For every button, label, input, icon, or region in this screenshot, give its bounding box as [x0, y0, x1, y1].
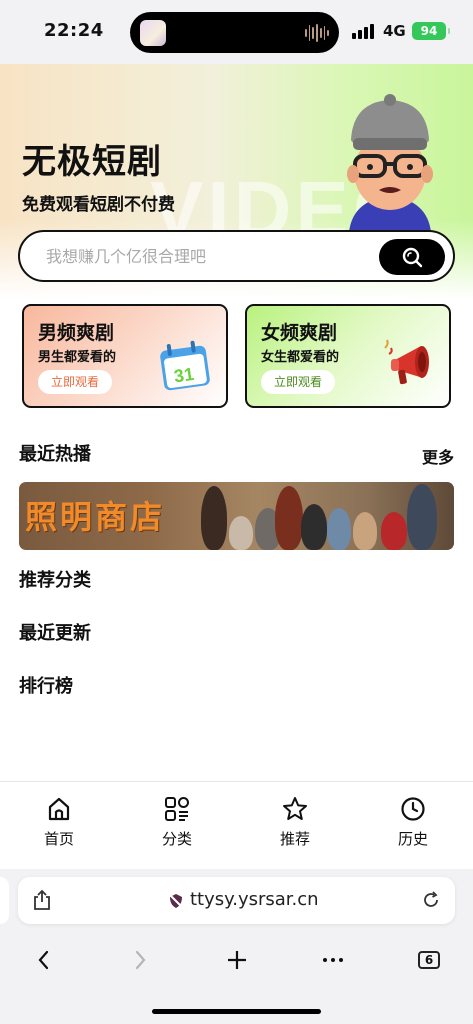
home-icon [48, 797, 70, 821]
dynamic-island[interactable] [130, 12, 339, 53]
featured-drama-banner[interactable]: 照明商店 [19, 482, 454, 550]
watch-now-button[interactable]: 立即观看 [261, 370, 335, 394]
category-title: 男频爽剧 [38, 322, 115, 344]
bottom-tab-bar: 首页 分类 推荐 历史 [0, 781, 473, 869]
cast-figure [353, 512, 377, 550]
megaphone-icon [384, 339, 429, 385]
section-recommend-category[interactable]: 推荐分类 [19, 566, 91, 592]
more-options-icon[interactable] [322, 948, 344, 972]
category-subtitle: 女生都爱看的 [261, 350, 340, 365]
tab-category[interactable]: 分类 [137, 796, 217, 849]
app-content: VIDEO 无极短剧 免费观看短剧不付费 男频爽剧 男生都爱看的 立即观 [0, 64, 473, 781]
cast-figure [275, 486, 303, 550]
status-time: 22:24 [44, 20, 104, 41]
search-button[interactable] [379, 239, 445, 275]
home-indicator[interactable] [152, 1009, 321, 1014]
tabs-count-button[interactable]: 6 [418, 951, 440, 969]
status-bar: 22:24 4G 94 [0, 0, 473, 64]
search-input[interactable] [46, 243, 366, 269]
address-bar[interactable]: ttysy.ysrsar.cn [18, 877, 455, 924]
search-icon [402, 247, 423, 268]
tab-label: 推荐 [279, 830, 310, 848]
battery-icon: 94 [412, 22, 450, 40]
browser-toolbar [0, 940, 473, 984]
new-tab-icon[interactable] [226, 948, 248, 972]
cast-figure [301, 504, 327, 550]
previous-tab-edge[interactable] [0, 877, 9, 924]
network-type: 4G [383, 22, 406, 40]
forward-icon[interactable] [130, 948, 150, 972]
tab-recommend[interactable]: 推荐 [255, 796, 335, 849]
reload-icon[interactable] [421, 890, 441, 910]
more-link[interactable]: 更多 [422, 444, 454, 468]
tab-label: 首页 [43, 830, 74, 848]
category-card-male[interactable]: 男频爽剧 男生都爱看的 立即观看 31 [22, 304, 228, 408]
url-domain: ttysy.ysrsar.cn [190, 889, 319, 910]
category-card-female[interactable]: 女频爽剧 女生都爱看的 立即观看 [245, 304, 451, 408]
tab-label: 历史 [397, 830, 428, 848]
section-recent-update[interactable]: 最近更新 [19, 619, 91, 645]
calendar-day: 31 [173, 364, 196, 387]
search-bar [18, 230, 455, 282]
clock-icon [401, 797, 425, 821]
now-playing-thumbnail [140, 20, 166, 46]
cast-figure [407, 484, 437, 550]
tab-history[interactable]: 历史 [373, 796, 453, 849]
app-title: 无极短剧 [22, 142, 162, 182]
audio-wave-icon [305, 23, 330, 43]
cast-figure [229, 516, 253, 550]
back-icon[interactable] [34, 948, 54, 972]
cellular-signal-icon [352, 24, 374, 39]
cast-figure [201, 486, 227, 550]
cast-figure [327, 508, 351, 550]
section-ranking[interactable]: 排行榜 [19, 672, 73, 698]
tab-home[interactable]: 首页 [19, 796, 99, 849]
category-title: 女频爽剧 [261, 322, 338, 344]
tab-label: 分类 [161, 830, 192, 848]
app-subtitle: 免费观看短剧不付费 [22, 195, 175, 215]
share-icon[interactable] [32, 889, 52, 911]
banner-title: 照明商店 [25, 498, 166, 536]
calendar-icon: 31 [160, 340, 210, 391]
mascot-illustration [347, 94, 433, 232]
privacy-shield-icon[interactable] [168, 893, 184, 909]
category-subtitle: 男生都爱看的 [38, 350, 117, 365]
watch-now-button[interactable]: 立即观看 [38, 370, 112, 394]
category-grid-icon [165, 797, 189, 821]
star-icon [283, 797, 307, 820]
cast-figure [381, 512, 407, 550]
section-recent-hot: 最近热播 [19, 444, 91, 465]
